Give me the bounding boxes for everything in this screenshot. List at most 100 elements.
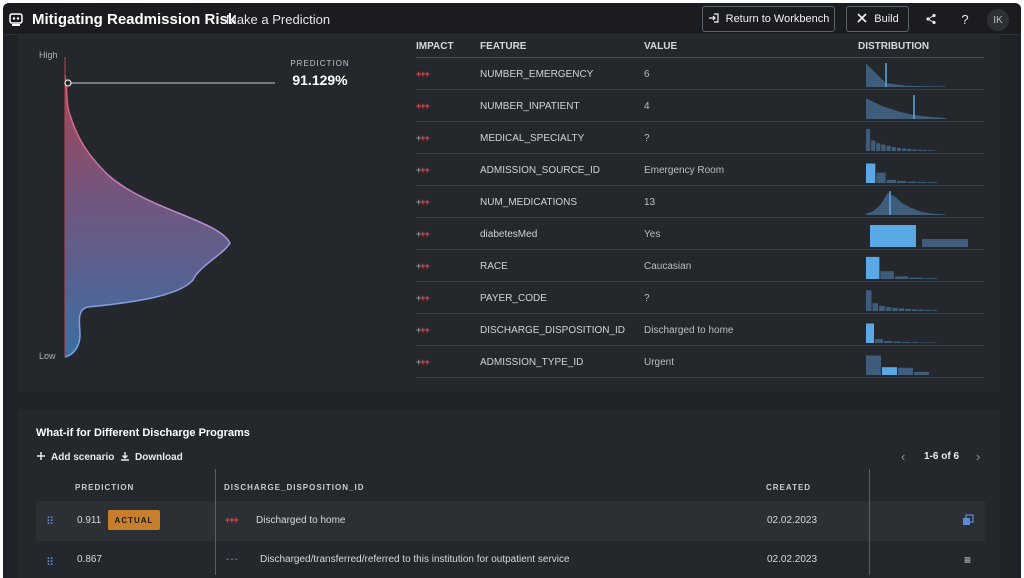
feature-row[interactable]: +++ NUMBER_INPATIENT 4	[416, 90, 984, 122]
plus-icon	[36, 451, 46, 464]
feature-row[interactable]: +++ NUM_MEDICATIONS 13	[416, 186, 984, 218]
actual-badge: ACTUAL	[108, 510, 160, 530]
scenario-created: 02.02.2023	[767, 554, 818, 565]
build-button[interactable]: Build	[846, 6, 909, 32]
scenario-table-header: PREDICTION DISCHARGE_DISPOSITION_ID CREA…	[36, 475, 985, 501]
avatar[interactable]: IK	[987, 9, 1009, 31]
scenario-row[interactable]: ⠿ 0.867 --- Discharged/transferred/refer…	[36, 542, 985, 578]
impact-header: IMPACT	[416, 41, 454, 52]
distribution-sparkline	[864, 189, 974, 215]
return-to-workbench-button[interactable]: Return to Workbench	[702, 6, 835, 32]
scenario-value: Discharged/transferred/referred to this …	[260, 554, 570, 565]
prediction-density-area	[65, 57, 230, 357]
page-title: Mitigating Readmission Risk	[32, 11, 237, 28]
impact-indicator: +++	[416, 325, 430, 335]
impact-indicator: +++	[416, 101, 430, 111]
feature-row[interactable]: +++ ADMISSION_SOURCE_ID Emergency Room	[416, 154, 984, 186]
created-col-header: CREATED	[766, 483, 812, 492]
feature-value: ?	[644, 293, 650, 304]
distribution-sparkline	[864, 349, 974, 375]
feature-row[interactable]: +++ NUMBER_EMERGENCY 6	[416, 58, 984, 90]
prediction-distribution-chart	[64, 57, 275, 358]
scenario-impact: ---	[226, 554, 239, 565]
feature-value: 6	[644, 69, 650, 80]
distribution-sparkline	[864, 125, 974, 151]
feature-row[interactable]: +++ MEDICAL_SPECIALTY?	[416, 122, 984, 154]
download-button[interactable]: Download	[120, 451, 183, 464]
distribution-sparkline	[864, 285, 974, 311]
download-label: Download	[135, 452, 183, 463]
feature-row[interactable]: +++ DISCHARGE_DISPOSITION_ID Discharged to…	[416, 314, 984, 346]
impact-indicator: +++	[416, 293, 430, 303]
feature-name: diabetesMed	[480, 229, 538, 240]
feature-name: NUM_MEDICATIONS	[480, 197, 578, 208]
help-icon[interactable]: ?	[957, 11, 973, 27]
scenario-created: 02.02.2023	[767, 515, 818, 526]
feature-value: Discharged to home	[644, 325, 734, 336]
scenario-value: Discharged to home	[256, 515, 346, 526]
impact-indicator: +++	[416, 357, 430, 367]
feature-name: NUMBER_EMERGENCY	[480, 69, 594, 80]
add-scenario-label: Add scenario	[51, 452, 115, 463]
distribution-sparkline	[864, 157, 974, 183]
prediction-label: PREDICTION	[290, 59, 350, 68]
chevron-left-icon[interactable]: ‹	[901, 449, 905, 464]
feature-name: DISCHARGE_DISPOSITION_ID	[480, 325, 626, 336]
distribution-sparkline	[864, 253, 974, 279]
axis-low-label: Low	[39, 351, 56, 361]
chevron-right-icon[interactable]: ›	[976, 449, 980, 464]
build-button-label: Build	[874, 13, 899, 25]
scenario-prediction: 0.911	[77, 515, 102, 526]
distribution-header: DISTRIBUTION	[858, 41, 930, 52]
feature-value: 4	[644, 101, 650, 112]
menu-icon[interactable]: ≡	[964, 553, 971, 567]
column-divider	[869, 469, 870, 575]
feature-row[interactable]: +++ PAYER_CODE?	[416, 282, 984, 314]
feature-value: ?	[644, 133, 650, 144]
distribution-sparkline	[864, 61, 974, 87]
feature-header: FEATURE	[480, 41, 527, 52]
feature-value: 13	[644, 197, 656, 208]
copy-icon[interactable]	[962, 514, 974, 529]
top-bar: Mitigating Readmission Risk Make a Predi…	[3, 3, 1021, 35]
tools-icon	[856, 12, 868, 27]
impact-indicator: +++	[416, 229, 430, 239]
return-button-label: Return to Workbench	[725, 13, 830, 25]
feature-col-header: DISCHARGE_DISPOSITION_ID	[224, 483, 365, 492]
robot-icon	[8, 11, 24, 27]
feature-name: ADMISSION_TYPE_ID	[480, 357, 584, 368]
pagination-label: 1-6 of 6	[924, 451, 960, 462]
feature-row[interactable]: +++ diabetesMed Yes	[416, 218, 984, 250]
feature-name: PAYER_CODE	[480, 293, 547, 304]
sign-in-icon	[708, 12, 720, 27]
feature-name: ADMISSION_SOURCE_ID	[480, 165, 601, 176]
whatif-panel: What-if for Different Discharge Programs…	[18, 409, 1000, 578]
feature-row[interactable]: +++ RACE Caucasian	[416, 250, 984, 282]
drag-handle-icon[interactable]: ⠿	[46, 515, 54, 528]
axis-high-label: High	[39, 50, 58, 60]
prediction-value: 91.129%	[292, 72, 348, 88]
prediction-marker	[64, 79, 72, 87]
drag-handle-icon[interactable]: ⠿	[46, 556, 54, 569]
distribution-sparkline	[864, 93, 974, 119]
scenario-row[interactable]: ⠿ 0.911 ACTUAL +++ Discharged to home 02…	[36, 501, 985, 541]
impact-indicator: +++	[416, 261, 430, 271]
distribution-sparkline	[864, 317, 974, 343]
download-icon	[120, 451, 130, 464]
feature-table-header: IMPACT FEATURE VALUE DISTRIBUTION	[416, 35, 984, 58]
impact-indicator: +++	[416, 133, 430, 143]
feature-impact-table: IMPACT FEATURE VALUE DISTRIBUTION +++ NUM…	[416, 35, 984, 378]
feature-value: Yes	[644, 229, 661, 240]
feature-name: MEDICAL_SPECIALTY	[480, 133, 585, 144]
impact-indicator: +++	[416, 165, 430, 175]
feature-name: RACE	[480, 261, 508, 272]
prediction-col-header: PREDICTION	[75, 483, 135, 492]
feature-value: Emergency Room	[644, 165, 725, 176]
value-header: VALUE	[644, 41, 678, 52]
page-subtitle: Make a Prediction	[226, 12, 331, 27]
impact-indicator: +++	[416, 197, 430, 207]
distribution-sparkline	[864, 221, 974, 247]
share-icon[interactable]	[923, 11, 939, 27]
feature-row[interactable]: +++ ADMISSION_TYPE_ID Urgent	[416, 346, 984, 378]
add-scenario-button[interactable]: Add scenario	[36, 451, 114, 464]
